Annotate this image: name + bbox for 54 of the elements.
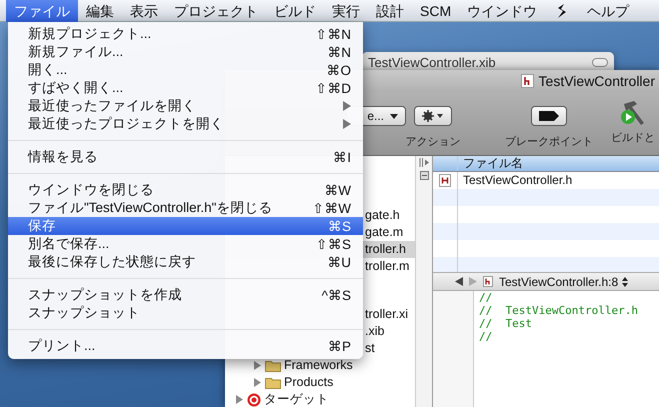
window-title: TestViewController.xib (368, 55, 496, 70)
code-line: // (479, 330, 494, 343)
breakpoint-icon (539, 111, 559, 121)
code-line: // (479, 291, 494, 304)
back-arrow-icon[interactable] (455, 277, 463, 286)
menu-item[interactable]: スナップショット (8, 304, 363, 322)
menu-item[interactable]: 新規プロジェクト... ⇧⌘N (8, 25, 363, 43)
column-toggle-icon[interactable] (419, 158, 429, 167)
menu-item[interactable]: 別名で保存... ⇧⌘S (8, 235, 363, 253)
menu-item[interactable]: スナップショットを作成 ^⌘S (8, 286, 363, 304)
up-down-arrows-icon (622, 276, 628, 286)
file-icon (483, 276, 493, 287)
menu-bar-item[interactable]: 表示 (122, 0, 166, 22)
file-icon (439, 174, 451, 187)
code-line: // TestViewController.h (479, 304, 638, 317)
gear-icon (422, 110, 444, 122)
file-name[interactable]: TestViewController.h (458, 172, 572, 189)
group-label[interactable]: Frameworks (284, 357, 353, 374)
menu-item[interactable]: ファイル"TestViewController.h"を閉じる ⇧⌘W (8, 199, 363, 217)
menu-bar-item[interactable]: 設計 (368, 0, 412, 22)
window-title: TestViewController (538, 73, 655, 89)
menu-bar-item[interactable]: プロジェクト (166, 0, 266, 22)
group-label[interactable]: ターゲット (264, 391, 329, 407)
code-line: // Test (479, 317, 533, 330)
menu-bar-item[interactable]: SCM (412, 0, 460, 22)
menu-bar-item[interactable]: 実行 (324, 0, 368, 22)
disclosure-triangle-icon[interactable] (253, 378, 262, 387)
folder-icon (265, 376, 281, 389)
menu-item[interactable]: ウインドウを閉じる ⌘W (8, 181, 363, 199)
settings-button[interactable] (414, 106, 452, 126)
toolbar-label: ビルドと (611, 131, 655, 145)
caret-icon (390, 114, 398, 118)
breakpoint-button[interactable] (531, 106, 567, 126)
disclosure-triangle-icon[interactable] (235, 395, 244, 404)
detail-icon[interactable] (420, 171, 428, 180)
menu-bar-item[interactable]: ウインドウ (459, 0, 546, 22)
toolbar-label: アクション (406, 135, 460, 149)
menu-item[interactable]: 開く... ⌘O (8, 61, 363, 79)
menu-bar-item[interactable]: ビルド (266, 0, 324, 22)
group-label[interactable]: Products (284, 374, 334, 391)
menu-item[interactable]: すばやく開く... ⇧⌘D (8, 79, 363, 97)
menu-item[interactable]: 新規ファイル... ⌘N (8, 43, 363, 61)
menu-bar-item[interactable]: ファイル (6, 0, 78, 22)
toolbar-toggle-button[interactable] (592, 58, 608, 67)
disclosure-triangle-icon[interactable] (253, 361, 262, 370)
file-icon (520, 74, 534, 88)
menu-item[interactable]: 保存 ⌘S (8, 217, 363, 235)
menu-item[interactable]: 情報を見る ⌘I (8, 148, 363, 166)
toolbar-label: ブレークポイント (505, 134, 593, 149)
menu-bar-item[interactable]: 編集 (78, 0, 122, 22)
menu-item[interactable]: 最後に保存した状態に戻す ⌘U (8, 253, 363, 271)
menu-item[interactable]: プリント... ⌘P (8, 337, 363, 355)
file-location-popup[interactable]: TestViewController.h:8 (499, 274, 628, 288)
menu-bar-item[interactable]: ヘルプ (579, 0, 638, 22)
